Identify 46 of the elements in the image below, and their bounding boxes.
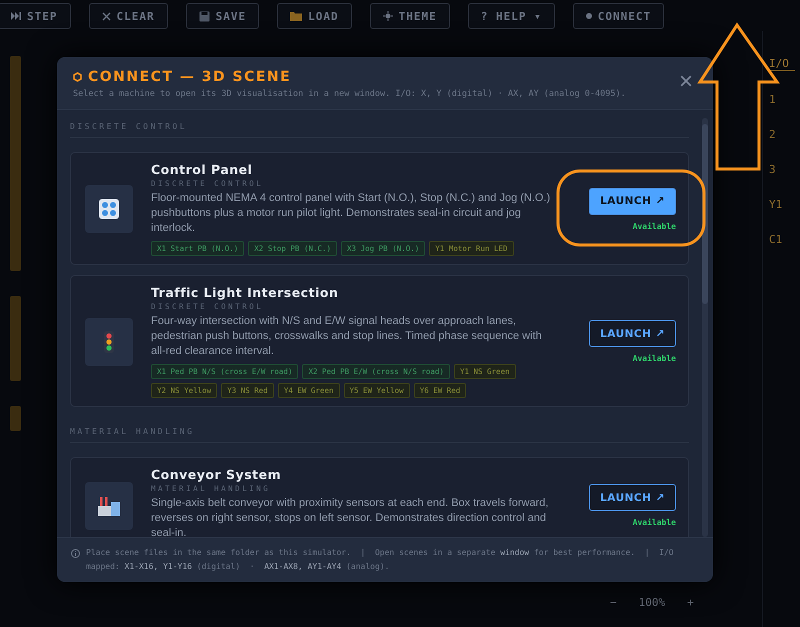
factory-icon	[97, 494, 121, 516]
io-label: Y1	[769, 198, 784, 211]
machine-description: Four-way intersection with N/S and E/W signal heads over approach lanes, pedestrian push buttons, crosswalks and stop lines. Timed phase sequence with all-red clearance interval.	[151, 314, 543, 359]
dialog-title: CONNECT — 3D SCENE	[73, 69, 626, 85]
section-heading: DISCRETE CONTROL	[70, 122, 689, 138]
traffic-light-icon	[104, 330, 114, 352]
io-label: 1	[769, 93, 777, 106]
machine-name: Conveyor System	[151, 467, 282, 482]
section-heading: MATERIAL HANDLING	[70, 427, 689, 443]
hexagon-icon	[73, 72, 82, 82]
close-icon	[102, 12, 110, 20]
sun-icon	[382, 11, 393, 21]
launch-button[interactable]: LAUNCH ↗	[589, 320, 676, 347]
machine-name: Traffic Light Intersection	[151, 285, 340, 300]
footer-note: Place scene files in the same folder as this simulator. | Open scenes in a separate window for best performance. | I/O mapped: X1-X16, Y1-Y16 (digital) · AX1-AX8, AY1-AY4 (analog).	[86, 547, 675, 573]
side-tab[interactable]: I/O	[769, 57, 795, 71]
level-bar	[10, 406, 20, 431]
zoom-in-button[interactable]: +	[687, 596, 694, 609]
dot-icon	[586, 13, 592, 19]
launch-button[interactable]: LAUNCH ↗	[589, 188, 676, 214]
toolbar-button[interactable]: CLEAR	[88, 3, 168, 29]
toolbar-button[interactable]: ? HELP ▾	[468, 3, 555, 29]
toolbar-button[interactable]: STEP	[0, 3, 70, 29]
scrollbar-track[interactable]	[702, 118, 708, 537]
dialog-subtitle: Select a machine to open its 3D visualisation in a new window. I/O: X, Y (digital) · AX, AY (analog 0-4095).	[73, 89, 626, 99]
zoom-out-button[interactable]: −	[610, 596, 617, 609]
machine-description: Single-axis belt conveyor with proximity sensors at each end. Box travels forward, reverses on right sensor, stops on left sensor. Demonstrates direction control and seal-in.	[151, 496, 550, 537]
folder-icon	[290, 11, 302, 21]
machine-name: Control Panel	[151, 162, 254, 177]
toolbar-button[interactable]: THEME	[370, 3, 450, 29]
toolbar-button[interactable]: SAVE	[186, 3, 260, 29]
status-label: Available	[632, 222, 676, 230]
io-label: 3	[769, 163, 777, 176]
toolbar-button[interactable]: LOAD	[277, 3, 352, 29]
info-icon	[71, 549, 80, 558]
status-label: Available	[632, 518, 676, 527]
launch-button[interactable]: LAUNCH ↗	[589, 484, 676, 511]
io-label: C1	[769, 233, 784, 246]
zoom-level: 100%	[638, 596, 666, 609]
io-label: 2	[769, 128, 777, 141]
control-panel-icon	[98, 198, 120, 220]
toolbar-button[interactable]: CONNECT	[572, 3, 664, 29]
skip-forward-icon	[11, 12, 21, 20]
status-label: Available	[632, 354, 676, 363]
close-button[interactable]: ×	[674, 69, 697, 95]
machine-description: Floor-mounted NEMA 4 control panel with Start (N.O.), Stop (N.C.) and Jog (N.O.) pushbuttons plus a motor run pilot light. Demonstrates seal-in circuit and jog interlock.	[151, 191, 552, 236]
